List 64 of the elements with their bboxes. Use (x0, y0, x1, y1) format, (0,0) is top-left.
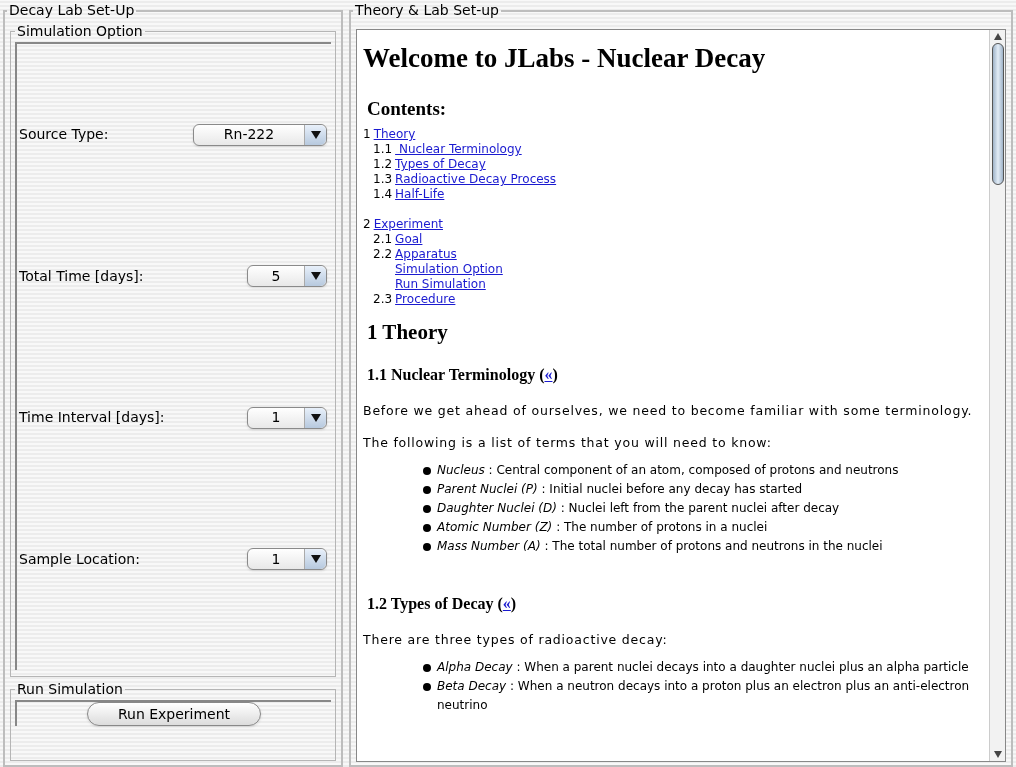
bullet-icon (423, 466, 431, 475)
toc-number: 1 (363, 127, 371, 142)
bullet-icon (423, 485, 431, 494)
section-heading: 1 Theory (367, 319, 449, 346)
bullet-icon (423, 682, 431, 691)
bullet-icon (423, 663, 431, 672)
bullet-icon (423, 504, 431, 513)
toc-link[interactable]: Simulation Option (395, 262, 503, 277)
run-experiment-button[interactable]: Run Experiment (86, 702, 262, 726)
caret-icon (310, 555, 321, 564)
field-label: Time Interval [days]: (19, 408, 165, 428)
toc-number: 1.2 (373, 157, 393, 172)
subsection-heading: 1.2 Types of Decay («) (367, 593, 518, 615)
toc-number: 1.4 (373, 187, 393, 202)
caret-icon (310, 272, 321, 281)
back-link[interactable]: « (544, 365, 553, 383)
scroll-up-icon[interactable] (993, 33, 1002, 40)
dropdown[interactable]: 1 (247, 406, 327, 429)
panel-title: Decay Lab Set-Up (8, 1, 136, 20)
bullet-icon (423, 542, 431, 551)
paragraph: Before we get ahead of ourselves, we need to become familiar with some terminology. The following is a list of terms that you will need to know: (363, 401, 974, 452)
bullet-text: Alpha Decay : When a parent nuclei decays into a daughter nuclei plus an alpha particle (437, 658, 969, 676)
bullet-text: Atomic Number (Z) : The number of protons in a nuclei (437, 518, 768, 536)
field-label: Sample Location: (19, 549, 140, 569)
subsection-heading: 1.1 Nuclear Terminology («) (367, 364, 559, 386)
toc-link[interactable]: Types of Decay (395, 157, 486, 172)
caret-icon (310, 413, 321, 422)
dropdown[interactable]: 5 (247, 265, 327, 288)
bullet-icon (423, 523, 431, 532)
contents-heading: Contents: (367, 96, 448, 121)
paragraph: There are three types of radioactive decay: (363, 630, 669, 649)
panel-title: Theory & Lab Set-up (354, 1, 500, 20)
toc-number: 1.3 (373, 172, 393, 187)
scroll-down-icon[interactable] (993, 751, 1002, 758)
scrollbar[interactable] (989, 30, 1005, 761)
caret-icon (310, 130, 321, 139)
toc-link[interactable]: Experiment (373, 217, 443, 232)
dropdown[interactable]: Rn-222 (193, 123, 327, 146)
field-label: Source Type: (19, 125, 109, 145)
back-link[interactable]: « (502, 594, 511, 612)
toc-link[interactable]: Theory (373, 127, 416, 142)
toc-number: 2.2 (373, 247, 393, 262)
bullet-text: Daughter Nuclei (D) : Nuclei left from the parent nuclei after decay (437, 499, 840, 517)
toc-number: 2.1 (373, 232, 393, 247)
toc-link[interactable]: Nuclear Terminology (395, 142, 522, 157)
toc-link[interactable]: Radioactive Decay Process (395, 172, 557, 187)
toc-link[interactable]: Run Simulation (395, 277, 486, 292)
group-title: Run Simulation (16, 680, 124, 699)
toc-link[interactable]: Procedure (395, 292, 456, 307)
bullet-text: Parent Nuclei (P) : Initial nuclei before any decay has started (437, 480, 803, 498)
toc-link[interactable]: Goal (395, 232, 423, 247)
field-label: Total Time [days]: (19, 266, 144, 286)
bullet-text: Nucleus : Central component of an atom, composed of protons and neutrons (437, 461, 899, 479)
dropdown[interactable]: 1 (247, 548, 327, 571)
scroll-thumb[interactable] (991, 43, 1004, 185)
document-title: Welcome to JLabs - Nuclear Decay (363, 42, 767, 75)
toc-number: 2.3 (373, 292, 393, 307)
toc-number: 1.1 (373, 142, 393, 157)
bullet-text: Mass Number (A) : The total number of protons and neutrons in the nuclei (437, 537, 883, 555)
toc-number: 2 (363, 217, 371, 232)
group-title: Simulation Option (16, 22, 144, 41)
toc-link[interactable]: Half-Life (395, 187, 445, 202)
bullet-text: Beta Decay : When a neutron decays into a proton plus an electron plus an anti-electron neutrino (437, 677, 971, 714)
toc-link[interactable]: Apparatus (395, 247, 457, 262)
